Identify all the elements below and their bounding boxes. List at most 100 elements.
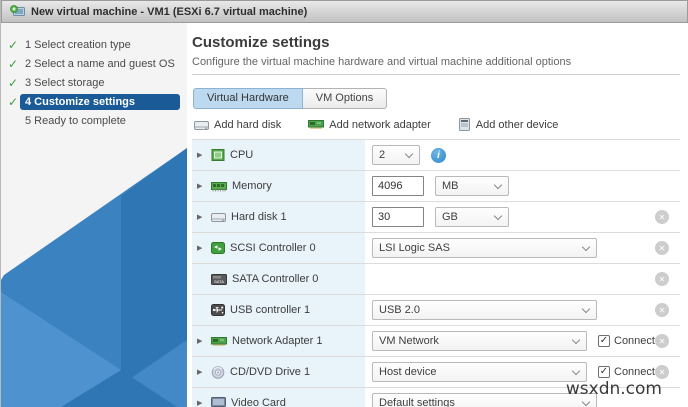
- remove-device-icon[interactable]: ✕: [655, 241, 669, 255]
- select-value: LSI Logic SAS: [379, 242, 450, 254]
- expand-arrow-icon[interactable]: ▶: [197, 151, 206, 159]
- page-title: Customize settings: [192, 34, 330, 51]
- wizard-step-5-ready-to-complete[interactable]: 5 Ready to complete: [1, 111, 187, 130]
- expand-arrow-icon[interactable]: ▶: [197, 244, 206, 252]
- step-completed-check-icon: ✓: [8, 37, 19, 52]
- wizard-step-4-customize-settings[interactable]: ✓ 4 Customize settings: [1, 92, 187, 111]
- chevron-down-icon: [404, 149, 414, 158]
- settings-tabs: Virtual Hardware VM Options: [193, 88, 680, 109]
- tab-vm-options[interactable]: VM Options: [302, 88, 388, 109]
- cpu-count-select[interactable]: 2: [372, 145, 420, 165]
- checkbox-label: Connect: [614, 366, 655, 378]
- wizard-step-3-select-storage[interactable]: ✓ 3 Select storage: [1, 73, 187, 92]
- add-other-device-button-label: Add other device: [475, 118, 559, 131]
- expand-arrow-icon[interactable]: ▶: [197, 337, 206, 345]
- select-value: MB: [442, 180, 459, 192]
- device-label: Video Card: [231, 397, 286, 407]
- hardware-row-cpu: ▶ CPU 2 i: [192, 140, 680, 171]
- wizard-step-2-select-a-name-and-guest-os[interactable]: ✓ 2 Select a name and guest OS: [1, 54, 187, 73]
- hardware-table: ▶CPU2i▶MemoryMB▶Hard disk 1GB✕▶SCSI Cont…: [192, 139, 680, 407]
- other-device-icon: [458, 118, 471, 131]
- watermark-text: wsxdn.com: [565, 379, 662, 399]
- expand-arrow-icon[interactable]: ▶: [197, 213, 206, 221]
- usb-icon: [211, 304, 225, 316]
- window-title: New virtual machine - VM1 (ESXi 6.7 virt…: [31, 5, 308, 18]
- device-value-cell: MB: [365, 171, 680, 201]
- device-label-cell: ▶ CD/DVD Drive 1: [192, 357, 365, 387]
- chevron-down-icon: [493, 180, 503, 189]
- memory-unit-select[interactable]: MB: [435, 176, 509, 196]
- device-label: CPU: [230, 149, 254, 161]
- chevron-down-icon: [571, 366, 581, 375]
- expand-arrow-icon[interactable]: ▶: [197, 368, 206, 376]
- checkbox-label: Connect: [614, 335, 655, 347]
- memory-icon: [211, 181, 227, 192]
- device-label: CD/DVD Drive 1: [230, 366, 311, 378]
- tab-virtual-hardware[interactable]: Virtual Hardware: [193, 88, 303, 109]
- device-label-cell: ▶USB controller 1: [192, 295, 365, 325]
- hardware-row-usb-controller-1: ▶USB controller 1 USB 2.0 ✕: [192, 295, 680, 326]
- network-portgroup-select[interactable]: VM Network: [372, 331, 587, 351]
- device-label: SATA Controller 0: [232, 273, 319, 285]
- step-completed-check-icon: ✓: [8, 94, 19, 109]
- hardware-row-sata-controller-0: ▶SATASATA Controller 0✕: [192, 264, 680, 295]
- wizard-steps: ✓ 1 Select creation type ✓ 2 Select a name …: [1, 23, 187, 130]
- device-value-cell: VM Network ✓ Connect ✕: [365, 326, 680, 356]
- select-value: 2: [379, 149, 386, 161]
- new-vm-wizard-window: New virtual machine - VM1 (ESXi 6.7 virt…: [0, 0, 688, 407]
- step-completed-check-icon: ✓: [8, 56, 19, 71]
- add-network-adapter-button[interactable]: Add network adapter: [308, 119, 431, 131]
- remove-device-icon[interactable]: ✕: [655, 303, 669, 317]
- add-hard-disk-button[interactable]: Add hard disk: [194, 119, 281, 131]
- usb-version-select[interactable]: USB 2.0: [372, 300, 597, 320]
- cddvd-connect-checkbox[interactable]: ✓: [598, 366, 610, 378]
- svg-text:SATA: SATA: [214, 279, 224, 284]
- cd-dvd-icon: [211, 365, 225, 379]
- step-completed-check-icon: ✓: [8, 75, 19, 90]
- disk-unit-select[interactable]: GB: [435, 207, 509, 227]
- wizard-step-label: 2 Select a name and guest OS: [25, 57, 175, 70]
- select-value: USB 2.0: [379, 304, 420, 316]
- add-network-adapter-button-label: Add network adapter: [329, 118, 431, 131]
- device-label: Hard disk 1: [231, 211, 287, 223]
- scsi-type-select[interactable]: LSI Logic SAS: [372, 238, 597, 258]
- network-connect-checkbox[interactable]: ✓: [598, 335, 610, 347]
- device-value-cell: USB 2.0 ✕: [365, 295, 680, 325]
- disk-size-input[interactable]: [372, 207, 424, 227]
- device-label-cell: ▶SATASATA Controller 0: [192, 264, 365, 294]
- device-label-cell: ▶ SCSI Controller 0: [192, 233, 365, 263]
- device-value-cell: GB ✕: [365, 202, 680, 232]
- expand-arrow-icon[interactable]: ▶: [197, 182, 206, 190]
- video-settings-select[interactable]: Default settings: [372, 393, 597, 407]
- remove-device-icon[interactable]: ✕: [655, 365, 669, 379]
- device-label-cell: ▶ Video Card: [192, 388, 365, 407]
- chevron-down-icon: [571, 335, 581, 344]
- remove-device-icon[interactable]: ✕: [655, 272, 669, 286]
- expand-arrow-icon[interactable]: ▶: [197, 399, 206, 407]
- wizard-step-1-select-creation-type[interactable]: ✓ 1 Select creation type: [1, 35, 187, 54]
- device-label-cell: ▶ Network Adapter 1: [192, 326, 365, 356]
- sata-icon: SATA: [211, 273, 227, 285]
- device-label: USB controller 1: [230, 304, 311, 316]
- wizard-body: ✓ 1 Select creation type ✓ 2 Select a name …: [1, 23, 688, 407]
- hardware-row-memory: ▶ Memory MB: [192, 171, 680, 202]
- device-value-cell: 2i: [365, 140, 680, 170]
- select-value: VM Network: [379, 335, 439, 347]
- cddvd-media-select[interactable]: Host device: [372, 362, 587, 382]
- sidebar-decoration: [1, 148, 187, 407]
- remove-device-icon[interactable]: ✕: [655, 334, 669, 348]
- remove-device-icon[interactable]: ✕: [655, 210, 669, 224]
- wizard-step-label: 5 Ready to complete: [25, 114, 126, 127]
- hardware-row-network-adapter-1: ▶ Network Adapter 1 VM Network ✓ Connect ✕: [192, 326, 680, 357]
- cpu-icon: [211, 149, 225, 161]
- device-value-cell: LSI Logic SAS ✕: [365, 233, 680, 263]
- scsi-icon: [211, 242, 225, 254]
- device-label-cell: ▶ Hard disk 1: [192, 202, 365, 232]
- memory-size-input[interactable]: [372, 176, 424, 196]
- wizard-content: Customize settings Configure the virtual…: [187, 23, 688, 407]
- cpu-info-icon[interactable]: i: [431, 147, 446, 163]
- add-other-device-button[interactable]: Add other device: [458, 118, 559, 131]
- page-subtitle: Configure the virtual machine hardware a…: [192, 56, 572, 68]
- chevron-down-icon: [581, 242, 591, 251]
- wizard-step-label: 3 Select storage: [25, 76, 105, 89]
